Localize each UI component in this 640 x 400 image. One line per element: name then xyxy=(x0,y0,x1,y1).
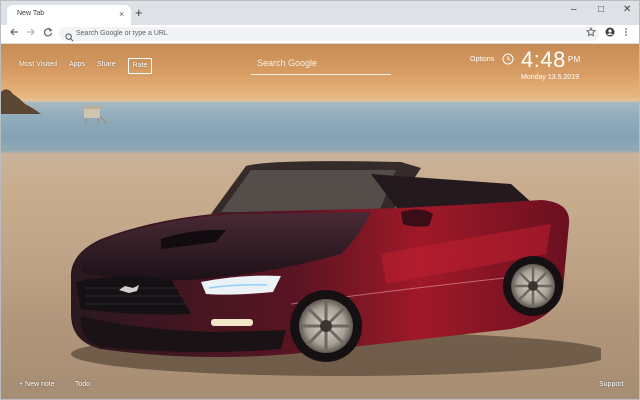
search-icon xyxy=(65,29,75,42)
clock-ampm: PM xyxy=(567,55,581,64)
todo-link[interactable]: Todo xyxy=(75,381,90,388)
browser-window: New Tab × + – □ ✕ Search Google or type … xyxy=(0,0,640,400)
browser-toolbar: Search Google or type a URL xyxy=(1,25,639,44)
search-placeholder: Search Google xyxy=(257,58,318,68)
close-icon[interactable]: × xyxy=(119,8,124,20)
tab-new-tab[interactable]: New Tab × xyxy=(7,5,131,25)
share-link[interactable]: Share xyxy=(97,58,116,74)
clock-time: 4:48 PM xyxy=(521,48,581,72)
apps-link[interactable]: Apps xyxy=(69,58,85,74)
support-link[interactable]: Support xyxy=(599,381,624,388)
profile-icon[interactable] xyxy=(605,27,615,42)
menu-icon[interactable] xyxy=(624,27,628,42)
rate-button[interactable]: Rate xyxy=(127,58,153,74)
star-icon[interactable] xyxy=(585,26,597,42)
new-tab-button[interactable]: + xyxy=(135,6,143,20)
tab-strip: New Tab × + – □ ✕ xyxy=(1,1,639,25)
new-tab-page: Most Visited Apps Share Rate Search Goog… xyxy=(1,44,639,399)
wallpaper-car xyxy=(70,161,601,376)
maximize-button[interactable]: □ xyxy=(598,5,604,15)
omnibox[interactable]: Search Google or type a URL xyxy=(59,26,599,42)
most-visited-link[interactable]: Most Visited xyxy=(19,58,57,74)
forward-icon[interactable] xyxy=(26,27,36,42)
back-icon[interactable] xyxy=(9,27,19,42)
clock-date: Monday 13.5.2019 xyxy=(521,74,579,81)
top-nav: Most Visited Apps Share Rate xyxy=(19,58,153,74)
omnibox-placeholder: Search Google or type a URL xyxy=(76,30,168,37)
options-link[interactable]: Options xyxy=(470,56,494,63)
clock-hours-minutes: 4:48 xyxy=(521,47,566,72)
minimize-button[interactable]: – xyxy=(571,5,577,15)
wallpaper-rocks xyxy=(1,89,41,114)
close-window-button[interactable]: ✕ xyxy=(623,5,631,15)
reload-icon[interactable] xyxy=(43,27,53,42)
search-input[interactable]: Search Google xyxy=(251,54,391,75)
new-note-button[interactable]: + New note xyxy=(19,381,55,388)
tab-title: New Tab xyxy=(17,10,45,17)
clock-icon[interactable] xyxy=(502,53,514,65)
